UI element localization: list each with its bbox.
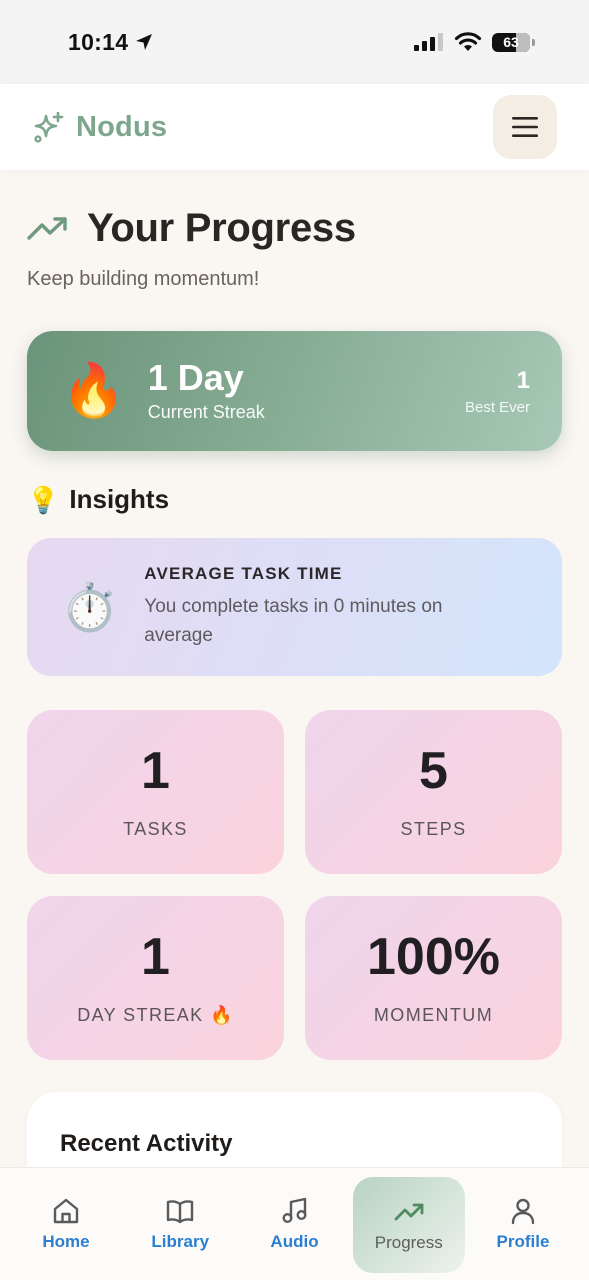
stat-label: STEPS (400, 818, 467, 839)
trending-up-icon (27, 216, 67, 240)
stat-value: 100% (367, 927, 500, 986)
nav-item-label: Progress (374, 1233, 443, 1252)
nav-item-label: Profile (496, 1232, 550, 1251)
stat-label: TASKS (123, 818, 188, 839)
status-bar: 10:14 63 (0, 0, 589, 84)
lightbulb-icon: 💡 (27, 484, 60, 515)
stat-label: MOMENTUM (373, 1004, 494, 1025)
wifi-icon (454, 32, 482, 51)
page-title: Your Progress (87, 206, 356, 250)
nav-item-audio[interactable]: Audio (239, 1176, 351, 1272)
nav-item-profile[interactable]: Profile (467, 1176, 579, 1272)
insight-content: AVERAGE TASK TIME You complete tasks in … (144, 564, 494, 650)
stat-value: 1 (141, 741, 170, 800)
insights-heading: 💡 Insights (27, 484, 169, 515)
book-icon (167, 1200, 194, 1224)
page-subtitle: Keep building momentum! (27, 268, 260, 290)
nav-item-label: Library (151, 1232, 210, 1251)
current-streak: 1 Day Current Streak (147, 356, 465, 424)
current-streak-value: 1 Day (147, 356, 244, 398)
trending-up-icon (394, 1203, 424, 1221)
status-time: 10:14 (68, 29, 154, 56)
stat-card-steps: 5 STEPS (305, 710, 562, 874)
insights-title: Insights (69, 484, 170, 514)
insight-title: AVERAGE TASK TIME (144, 564, 343, 583)
bottom-nav: Home Library Audio Progress Profile (0, 1167, 589, 1280)
brand-logo[interactable]: Nodus (32, 110, 167, 144)
cellular-signal-icon (414, 33, 443, 51)
stat-card-day-streak: 1 DAY STREAK 🔥 (27, 896, 284, 1060)
insight-text: You complete tasks in 0 minutes on avera… (144, 596, 443, 646)
stat-card-tasks: 1 TASKS (27, 710, 284, 874)
stat-label: DAY STREAK 🔥 (77, 1004, 234, 1025)
best-streak: 1 Best Ever (465, 367, 530, 416)
stat-value: 5 (419, 741, 448, 800)
user-icon (511, 1198, 535, 1225)
battery-icon: 63 (492, 32, 530, 52)
sparkles-icon (34, 111, 64, 143)
brand-name: Nodus (76, 110, 168, 143)
stat-card-momentum: 100% MOMENTUM (305, 896, 562, 1060)
menu-button[interactable] (493, 95, 557, 159)
hamburger-menu-icon (512, 117, 538, 137)
best-streak-value: 1 (516, 366, 530, 394)
page-title-row: Your Progress (27, 206, 356, 251)
nav-item-home[interactable]: Home (10, 1176, 122, 1272)
nav-item-label: Audio (270, 1232, 319, 1251)
status-indicators: 63 (414, 31, 535, 53)
nav-item-library[interactable]: Library (124, 1176, 236, 1272)
location-arrow-icon (136, 34, 153, 50)
home-icon (53, 1198, 79, 1224)
progress-screen: 10:14 63 Nodus Your Progress Keep buildi… (0, 0, 589, 1280)
music-note-icon (282, 1197, 307, 1224)
streak-card: 🔥 1 Day Current Streak 1 Best Ever (27, 331, 562, 451)
app-header: Nodus (0, 84, 589, 170)
battery-indicator: 63 (492, 32, 535, 52)
status-time-text: 10:14 (68, 28, 129, 55)
best-streak-label: Best Ever (464, 398, 530, 416)
battery-level: 63 (503, 34, 519, 50)
stat-value: 1 (141, 927, 170, 986)
current-streak-label: Current Streak (147, 402, 265, 423)
insight-card-average-task-time: ⏱️ AVERAGE TASK TIME You complete tasks … (27, 538, 562, 676)
nav-item-label: Home (42, 1232, 90, 1251)
recent-activity-title: Recent Activity (60, 1130, 233, 1157)
fire-icon: 🔥 (61, 362, 126, 420)
nav-item-progress[interactable]: Progress (352, 1177, 465, 1273)
stopwatch-icon: ⏱️ (61, 581, 119, 633)
